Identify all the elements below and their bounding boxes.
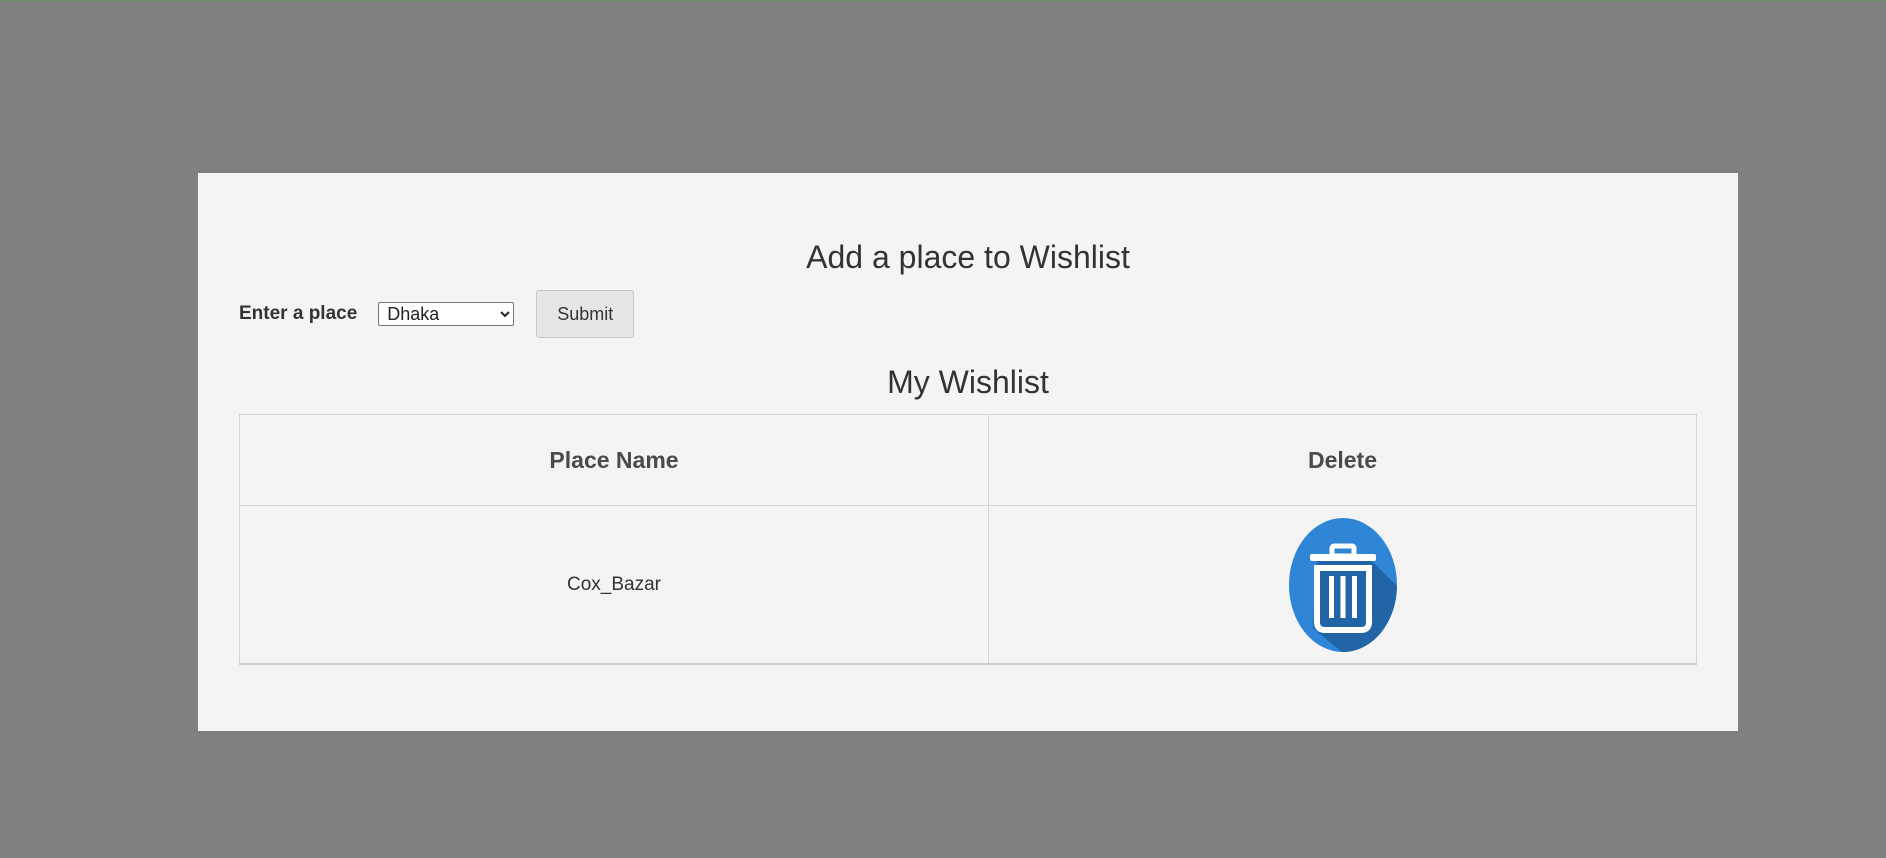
add-place-title: Add a place to Wishlist (806, 239, 1130, 275)
enter-place-label: Enter a place (239, 303, 358, 324)
place-select[interactable]: Dhaka (378, 302, 515, 326)
trash-icon[interactable] (1288, 517, 1397, 652)
top-border-line (0, 0, 1886, 1)
wishlist-card: Add a place to Wishlist Enter a place Dh… (198, 173, 1738, 731)
table-header-row: Place Name Delete (239, 414, 1697, 506)
table-row: Cox_Bazar (239, 505, 1697, 665)
column-header-delete: Delete (988, 414, 1697, 506)
my-wishlist-title: My Wishlist (887, 364, 1049, 400)
wishlist-table: Place Name Delete Cox_Bazar (239, 414, 1697, 665)
delete-cell (988, 505, 1697, 665)
submit-button[interactable]: Submit (536, 290, 635, 338)
column-header-place-name: Place Name (239, 414, 989, 506)
add-place-form: Enter a place Dhaka Submit (239, 290, 635, 338)
place-name-cell: Cox_Bazar (239, 505, 989, 665)
